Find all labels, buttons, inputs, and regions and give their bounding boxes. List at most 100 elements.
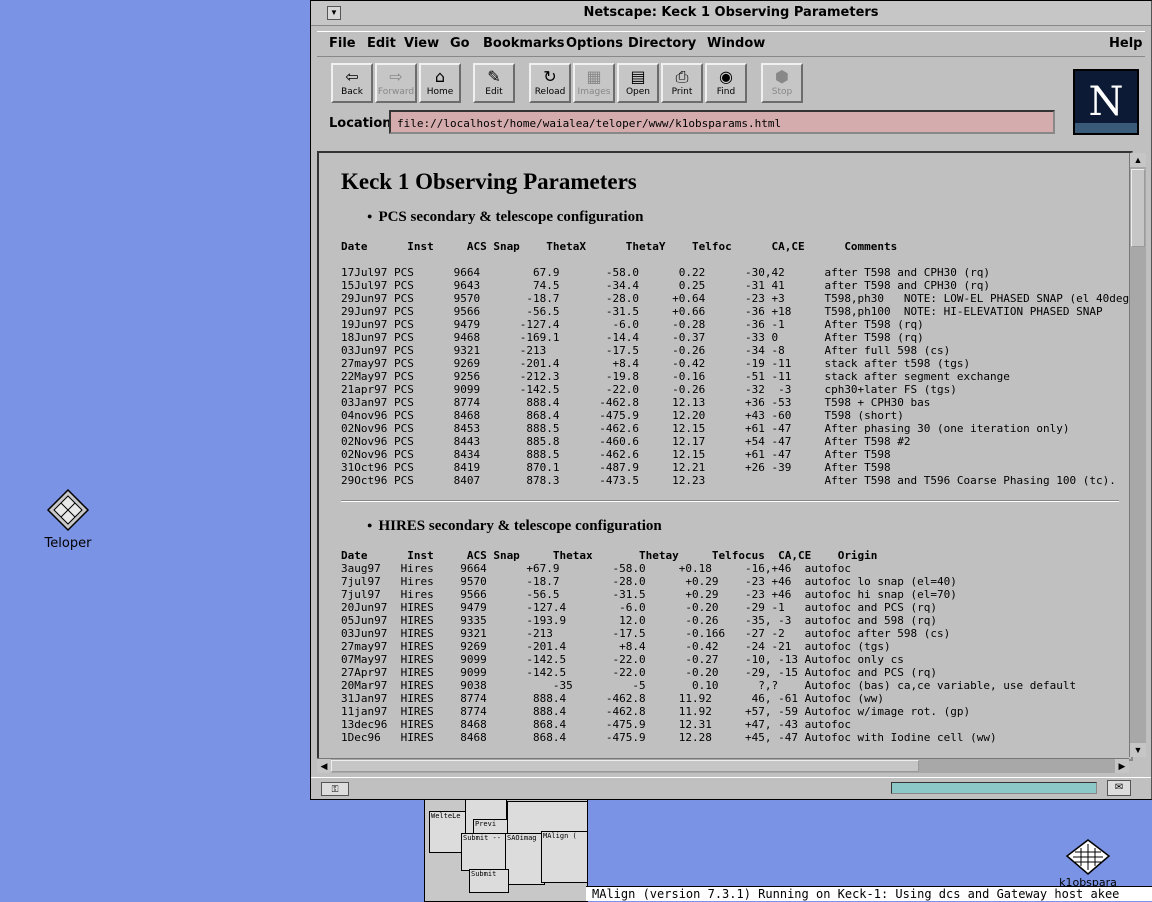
thumb-window-8[interactable]: Submit (469, 869, 509, 893)
progress-fill (892, 783, 1096, 793)
table-row: 20Jun97 HIRES 9479 -127.4 -6.0 -0.20 -29… (341, 601, 938, 614)
table-row: 29Jun97 PCS 9566 -56.5 -31.5 +0.66 -36 +… (341, 305, 1103, 318)
scroll-left-icon[interactable]: ◀ (317, 759, 331, 773)
table-row: 7jul97 Hires 9570 -18.7 -28.0 +0.29 -23 … (341, 575, 957, 588)
images-button[interactable]: ▦ Images (573, 63, 615, 103)
table-row: 04nov96 PCS 8468 868.4 -475.9 12.20 +43 … (341, 409, 904, 422)
menu-bar: File Edit View Go Bookmarks Options Dire… (317, 31, 1145, 57)
background-windows-thumbnail[interactable]: WelteLe Previ Submit -- SAOimag MAlign (… (424, 796, 588, 902)
menu-window[interactable]: Window (707, 36, 765, 51)
menu-view[interactable]: View (404, 36, 439, 51)
teloper-desktop-icon[interactable]: Teloper (40, 488, 96, 551)
menu-bookmarks[interactable]: Bookmarks (483, 36, 565, 51)
table-row: 03Jun97 HIRES 9321 -213 -17.5 -0.166 -27… (341, 627, 951, 640)
back-arrow-icon: ⇦ (345, 67, 359, 86)
table-row: 19Jun97 PCS 9479 -127.4 -6.0 -0.28 -36 -… (341, 318, 924, 331)
mail-icon[interactable]: ✉ (1107, 780, 1131, 796)
open-button[interactable]: ▤ Open (617, 63, 659, 103)
find-button[interactable]: ◉ Find (705, 63, 747, 103)
page-title: Keck 1 Observing Parameters (341, 169, 637, 194)
terminal-status-line: MAlign (version 7.3.1) Running on Keck-1… (586, 886, 1152, 901)
table-row: 27Apr97 HIRES 9099 -142.5 -22.0 -0.20 -2… (341, 666, 938, 679)
hires-table: 3aug97 Hires 9664 +67.9 -58.0 +0.18 -16,… (341, 562, 1131, 744)
menu-help[interactable]: Help (1109, 36, 1142, 51)
scroll-down-icon[interactable]: ▼ (1130, 743, 1146, 757)
section-pcs-title: PCS secondary & telescope configuration (367, 209, 1131, 226)
table-row: 29Oct96 PCS 8407 878.3 -473.5 12.23 Afte… (341, 474, 1116, 487)
table-row: 29Jun97 PCS 9570 -18.7 -28.0 +0.64 -23 +… (341, 292, 1133, 305)
table-row: 27may97 HIRES 9269 -201.4 +8.4 -0.42 -24… (341, 640, 891, 653)
hires-table-header: Date Inst ACS Snap Thetax Thetay Telfocu… (341, 549, 878, 562)
thumb-window-7[interactable]: MAlign ( (541, 831, 587, 883)
table-row: 02Nov96 PCS 8443 885.8 -460.6 12.17 +54 … (341, 435, 911, 448)
scroll-right-icon[interactable]: ▶ (1115, 759, 1129, 773)
home-button[interactable]: ⌂ Home (419, 63, 461, 103)
printer-icon: ⎙ (675, 67, 689, 86)
k1obspara-desktop-icon[interactable]: k1obspara (1052, 838, 1124, 889)
table-row: 18Jun97 PCS 9468 -169.1 -14.4 -0.37 -33 … (341, 331, 924, 344)
horizontal-scrollbar[interactable]: ◀ ▶ (317, 758, 1129, 773)
table-row: 13dec96 HIRES 8468 868.4 -475.9 12.31 +4… (341, 718, 851, 731)
teloper-icon-label: Teloper (44, 536, 92, 551)
page-content: Keck 1 Observing Parameters PCS secondar… (317, 151, 1133, 761)
menu-edit[interactable]: Edit (367, 36, 396, 51)
scroll-up-icon[interactable]: ▲ (1130, 153, 1146, 167)
table-row: 22May97 PCS 9256 -212.3 -19.8 -0.16 -51 … (341, 370, 1010, 383)
table-row: 31Jan97 HIRES 8774 888.4 -462.8 11.92 46… (341, 692, 885, 705)
table-row: 17Jul97 PCS 9664 67.9 -58.0 0.22 -30,42 … (341, 266, 991, 279)
reload-icon: ↻ (543, 67, 557, 86)
netscape-window: ▼ Netscape: Keck 1 Observing Parameters … (310, 0, 1152, 800)
table-row: 3aug97 Hires 9664 +67.9 -58.0 +0.18 -16,… (341, 562, 851, 575)
table-row: 03Jan97 PCS 8774 888.4 -462.8 12.13 +36 … (341, 396, 931, 409)
pencil-icon: ✎ (487, 67, 501, 86)
section-hires-title: HIRES secondary & telescope configuratio… (367, 518, 1131, 535)
thumb-window-6[interactable]: SAOimag (505, 833, 545, 885)
forward-button[interactable]: ⇨ Forward (375, 63, 417, 103)
forward-arrow-icon: ⇨ (389, 67, 403, 86)
vertical-scroll-thumb[interactable] (1131, 169, 1145, 247)
stop-icon: ⬢ (775, 67, 789, 86)
horizontal-scroll-thumb[interactable] (331, 760, 919, 772)
table-row: 21apr97 PCS 9099 -142.5 -22.0 -0.26 -32 … (341, 383, 957, 396)
back-button[interactable]: ⇦ Back (331, 63, 373, 103)
home-icon: ⌂ (434, 67, 446, 86)
reload-button[interactable]: ↻ Reload (529, 63, 571, 103)
teloper-icon (46, 488, 90, 532)
pcs-table: 17Jul97 PCS 9664 67.9 -58.0 0.22 -30,42 … (341, 266, 1131, 487)
table-row: 15Jul97 PCS 9643 74.5 -34.4 0.25 -31 41 … (341, 279, 991, 292)
table-row: 02Nov96 PCS 8453 888.5 -462.6 12.15 +61 … (341, 422, 1070, 435)
table-row: 05Jun97 HIRES 9335 -193.9 12.0 -0.26 -35… (341, 614, 938, 627)
table-row: 27may97 PCS 9269 -201.4 +8.4 -0.42 -19 -… (341, 357, 971, 370)
images-icon: ▦ (586, 67, 602, 86)
pcs-table-header: Date Inst ACS Snap ThetaX ThetaY Telfoc … (341, 240, 898, 253)
status-bar: ⚿ ✉ (311, 777, 1151, 798)
table-row: 07May97 HIRES 9099 -142.5 -22.0 -0.27 -1… (341, 653, 904, 666)
section-divider (341, 500, 1119, 502)
stop-button[interactable]: ⬢ Stop (761, 63, 803, 103)
netscape-logo[interactable]: N (1073, 69, 1139, 135)
title-bar[interactable]: ▼ Netscape: Keck 1 Observing Parameters (311, 1, 1151, 26)
keyboard-icon (1065, 839, 1111, 875)
location-input[interactable]: file://localhost/home/waialea/teloper/ww… (389, 110, 1055, 134)
table-row: 02Nov96 PCS 8434 888.5 -462.6 12.15 +61 … (341, 448, 891, 461)
vertical-scrollbar[interactable]: ▲ ▼ (1129, 153, 1146, 757)
open-icon: ▤ (630, 67, 646, 86)
window-title: Netscape: Keck 1 Observing Parameters (583, 5, 879, 20)
binoculars-icon: ◉ (719, 67, 733, 86)
edit-button[interactable]: ✎ Edit (473, 63, 515, 103)
thumb-window-5[interactable]: Submit -- (461, 833, 509, 871)
table-row: 03Jun97 PCS 9321 -213 -17.5 -0.26 -34 -8… (341, 344, 951, 357)
table-row: 7jul97 Hires 9566 -56.5 -31.5 +0.29 -23 … (341, 588, 957, 601)
table-row: 1Dec96 HIRES 8468 868.4 -475.9 12.28 +45… (341, 731, 997, 744)
table-row: 11jan97 HIRES 8774 888.4 -462.8 11.92 +5… (341, 705, 971, 718)
progress-bar (891, 782, 1097, 794)
menu-directory[interactable]: Directory (628, 36, 696, 51)
print-button[interactable]: ⎙ Print (661, 63, 703, 103)
table-row: 31Oct96 PCS 8419 870.1 -487.9 12.21 +26 … (341, 461, 891, 474)
menu-go[interactable]: Go (450, 36, 470, 51)
location-label: Location: (329, 116, 397, 131)
security-key-icon[interactable]: ⚿ (321, 782, 349, 796)
menu-options[interactable]: Options (566, 36, 623, 51)
table-row: 20Mar97 HIRES 9038 -35 -5 0.10 ?,? Autof… (341, 679, 1077, 692)
menu-file[interactable]: File (329, 36, 356, 51)
